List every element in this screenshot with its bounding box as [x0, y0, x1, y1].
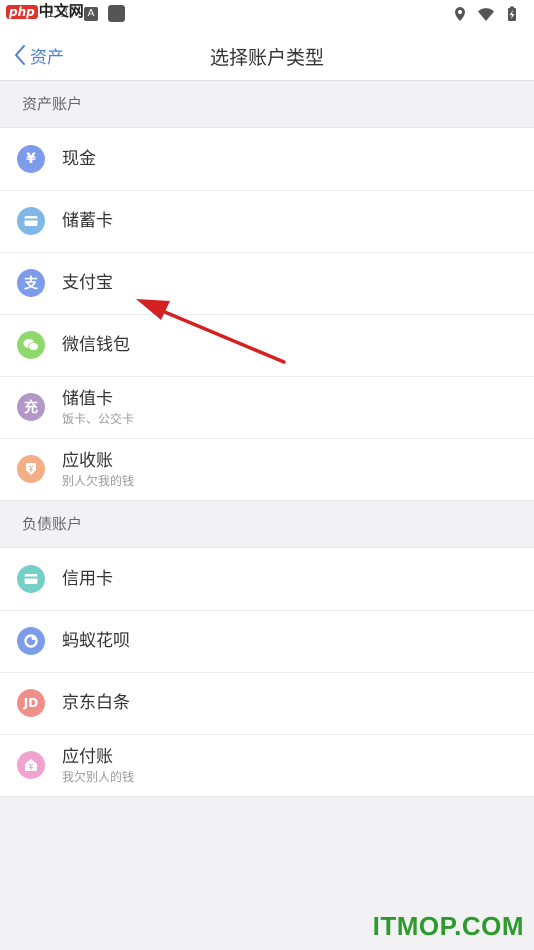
item-label: 现金: [62, 149, 96, 169]
item-text: 微信钱包: [62, 334, 130, 356]
a-notification-icon: A: [84, 7, 98, 21]
logo-cn: 中文网: [38, 2, 84, 20]
item-label: 储蓄卡: [62, 211, 113, 231]
item-label: 应付账: [62, 746, 113, 767]
account-type-item[interactable]: 充 储值卡饭卡、公交卡: [0, 376, 534, 438]
app-notification-icon: [108, 5, 125, 22]
item-label: 支付宝: [62, 273, 113, 293]
item-text: 应收账 别人欠我的钱: [62, 450, 134, 489]
page-title: 选择账户类型: [209, 47, 324, 69]
account-type-item[interactable]: 微信钱包: [0, 314, 534, 376]
item-label: 微信钱包: [62, 335, 130, 355]
item-subtitle: 我欠别人的钱: [62, 769, 135, 784]
item-text: 蚂蚁花呗: [62, 630, 130, 652]
item-label: 信用卡: [62, 569, 113, 589]
status-bar: 1:37 php 中文网 A: [0, 0, 534, 28]
item-subtitle: 别人欠我的钱: [62, 473, 135, 488]
status-icons: [452, 4, 520, 24]
icon-glyph: JD: [23, 696, 39, 710]
recharge-icon: 充: [17, 393, 45, 421]
location-icon: [455, 7, 465, 21]
item-label: 储值卡: [62, 388, 113, 409]
payable-icon: [17, 751, 45, 779]
item-label: 京东白条: [62, 693, 130, 713]
account-type-item[interactable]: 应收账 别人欠我的钱: [0, 438, 534, 500]
credit-card-icon: [17, 565, 45, 593]
alipay-icon: 支: [17, 269, 45, 297]
item-label: 蚂蚁花呗: [62, 631, 130, 651]
card-icon: [17, 207, 45, 235]
asset-accounts-list: ¥ 现金储蓄卡支 支付宝微信钱包充 储值卡饭卡、公交卡应收账别人欠我的钱: [0, 127, 534, 501]
wechat-icon: [17, 331, 45, 359]
item-text: 京东白条: [62, 692, 130, 714]
battery-charging-icon: [508, 6, 516, 21]
section-header-liabilities: 负债账户: [0, 501, 534, 548]
item-subtitle: 饭卡、公交卡: [62, 411, 135, 426]
jd-icon: JD: [17, 689, 45, 717]
icon-glyph: ¥: [26, 151, 36, 167]
item-text: 储蓄卡: [62, 210, 113, 232]
section-header-assets: 资产账户: [0, 81, 534, 128]
account-type-item[interactable]: JD 京东白条: [0, 672, 534, 734]
account-type-item[interactable]: 信用卡: [0, 548, 534, 610]
account-type-item[interactable]: 应付账 我欠别人的钱: [0, 734, 534, 796]
account-type-item[interactable]: 支 支付宝: [0, 252, 534, 314]
liability-accounts-list: 信用卡蚂蚁花呗 JD 京东白条应付账我欠别人的钱: [0, 547, 534, 797]
item-text: 信用卡: [62, 568, 113, 590]
huabei-icon: [17, 627, 45, 655]
item-label: 应收账: [62, 450, 113, 471]
nav-bar: 资产 选择账户类型: [0, 28, 534, 81]
icon-glyph: 支: [24, 276, 38, 292]
receivable-icon: [17, 455, 45, 483]
wifi-icon: [478, 8, 494, 21]
item-text: 应付账 我欠别人的钱: [62, 746, 134, 785]
yen-icon: ¥: [17, 145, 45, 173]
account-type-item[interactable]: 储蓄卡: [0, 190, 534, 252]
account-type-item[interactable]: ¥ 现金: [0, 128, 534, 190]
account-type-item[interactable]: 蚂蚁花呗: [0, 610, 534, 672]
site-logo: php 中文网: [0, 0, 90, 24]
item-text: 储值卡 饭卡、公交卡: [62, 388, 134, 427]
item-text: 现金: [62, 148, 96, 170]
item-text: 支付宝: [62, 272, 113, 294]
watermark: ITMOP.COM: [372, 911, 524, 941]
logo-php: php: [6, 5, 38, 19]
icon-glyph: 充: [24, 400, 38, 416]
